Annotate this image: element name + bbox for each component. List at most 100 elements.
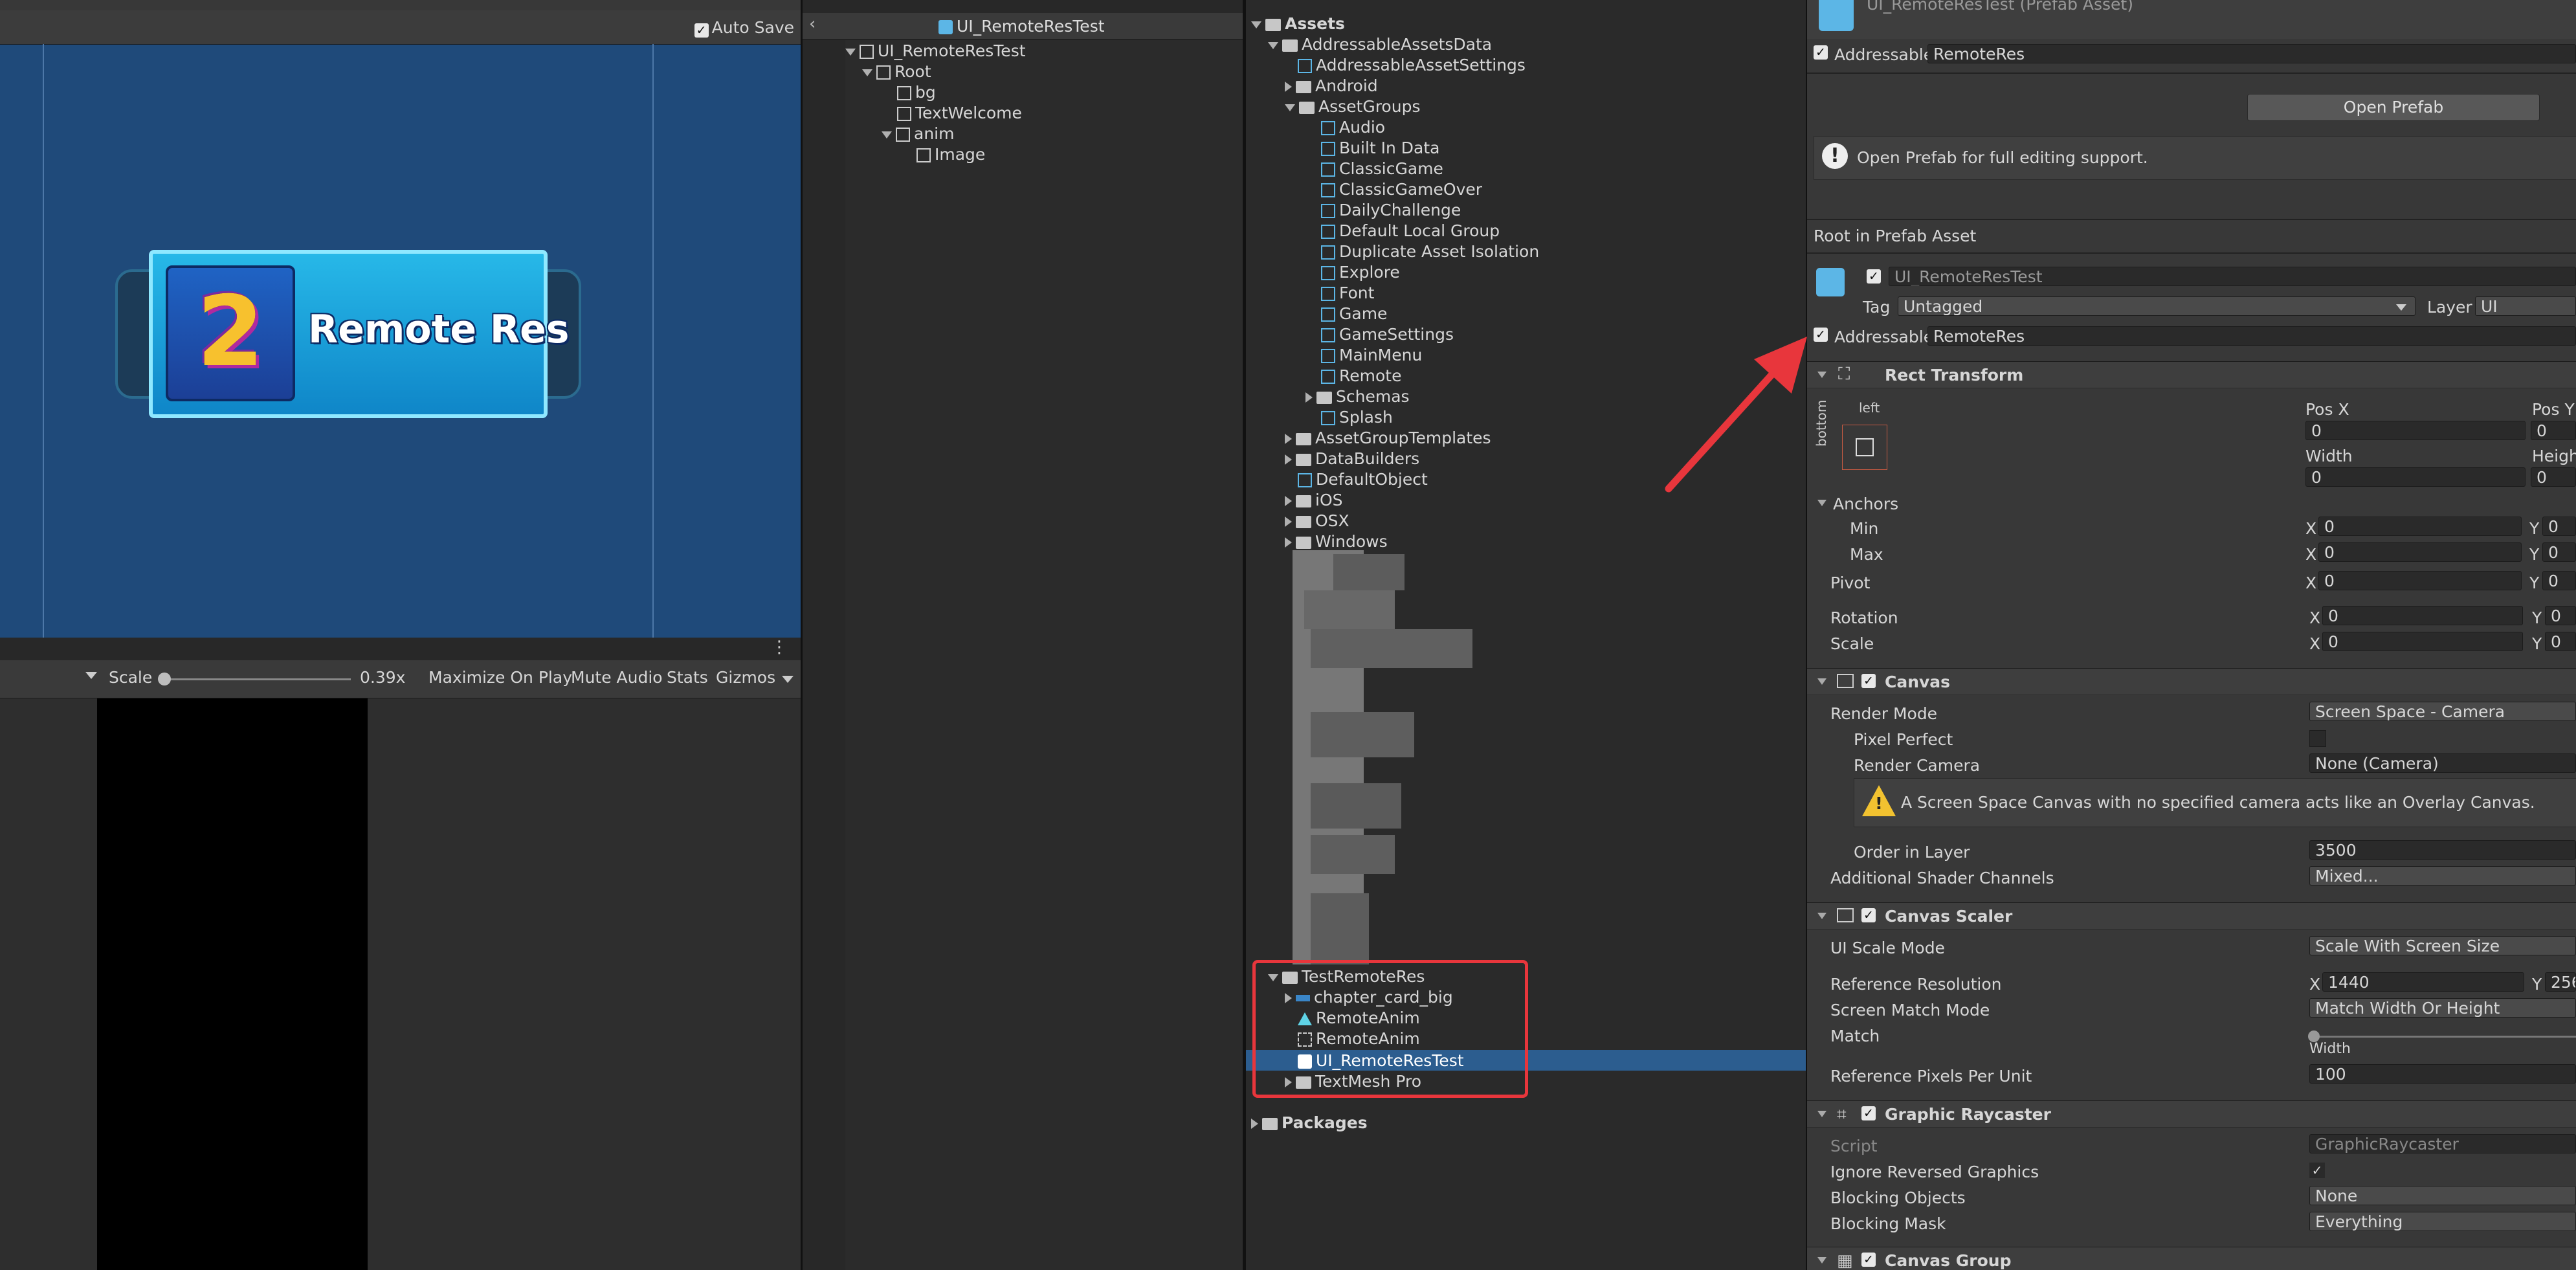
check-icon[interactable]: ✓	[694, 23, 709, 38]
tree-item[interactable]: Audio	[1321, 118, 1385, 137]
tree-item[interactable]: AssetGroupTemplates	[1285, 429, 1491, 447]
gizmos-dropdown-icon[interactable]	[782, 676, 794, 683]
blocking-mask-dropdown[interactable]: Everything	[2309, 1212, 2576, 1231]
tree-item[interactable]: Built In Data	[1321, 139, 1440, 157]
tree-item[interactable]: DefaultObject	[1298, 470, 1428, 489]
graphic-raycaster-header[interactable]: ⌗ ✓ Graphic Raycaster	[1807, 1100, 2576, 1128]
reference-resolution-x-field[interactable]: 1440	[2322, 972, 2524, 992]
gizmos-button[interactable]: Gizmos	[716, 668, 775, 687]
scene-view[interactable]: ✓ Auto Save 2 Remote Res	[0, 0, 801, 638]
enabled-toggle[interactable]: ✓	[1861, 1106, 1876, 1120]
tree-item[interactable]: UI_RemoteResTest	[845, 41, 1026, 60]
auto-save-toggle[interactable]: ✓ Auto Save	[694, 18, 794, 38]
screen-match-mode-dropdown[interactable]: Match Width Or Height	[2309, 998, 2576, 1018]
scale-x-field[interactable]: 0	[2322, 632, 2523, 651]
enabled-toggle[interactable]: ✓	[1861, 1253, 1876, 1267]
tree-item[interactable]: Game	[1321, 304, 1387, 323]
tree-item[interactable]: Packages	[1251, 1113, 1368, 1132]
layer-dropdown[interactable]: UI	[2475, 296, 2576, 316]
foldout-icon[interactable]	[1817, 1257, 1827, 1264]
check-icon[interactable]: ✓	[1867, 269, 1881, 284]
tree-item[interactable]: AddressableAssetSettings	[1298, 56, 1526, 74]
canvas-group-header[interactable]: ▦ ✓ Canvas Group	[1807, 1247, 2576, 1270]
chevron-down-icon[interactable]	[2396, 304, 2406, 311]
foldout-icon[interactable]	[1817, 1111, 1827, 1117]
chevron-down-icon[interactable]	[85, 672, 97, 679]
tree-item[interactable]: Explore	[1321, 263, 1400, 282]
shader-channels-dropdown[interactable]: Mixed...	[2309, 866, 2576, 886]
anchor-max-y-field[interactable]: 0	[2542, 542, 2576, 562]
maximize-on-play-button[interactable]: Maximize On Play	[428, 668, 572, 687]
tree-item[interactable]: Splash	[1321, 408, 1393, 427]
pivot-x-field[interactable]: 0	[2318, 571, 2522, 590]
gameobject-icon[interactable]	[1816, 268, 1845, 296]
panel-divider[interactable]	[1806, 0, 1807, 1270]
anchor-max-x-field[interactable]: 0	[2318, 542, 2522, 562]
tree-item[interactable]: DailyChallenge	[1321, 201, 1461, 219]
tree-item[interactable]: ClassicGame	[1321, 159, 1443, 178]
pixel-perfect-checkbox[interactable]	[2309, 730, 2326, 747]
canvas-header[interactable]: ✓ Canvas	[1807, 668, 2576, 695]
tree-item[interactable]: Duplicate Asset Isolation	[1321, 242, 1539, 261]
back-arrow-icon[interactable]: ‹	[809, 14, 816, 34]
pos-x-field[interactable]: 0	[2305, 421, 2526, 440]
stats-button[interactable]: Stats	[667, 668, 708, 687]
scale-y-field[interactable]: 0	[2545, 632, 2576, 651]
pivot-y-field[interactable]: 0	[2542, 571, 2576, 590]
tree-item[interactable]: TextWelcome	[897, 104, 1022, 122]
height-field[interactable]: 0	[2531, 467, 2576, 487]
check-icon[interactable]: ✓	[1861, 674, 1876, 688]
check-icon[interactable]: ✓	[2309, 1163, 2325, 1178]
width-field[interactable]: 0	[2305, 467, 2526, 487]
addressable-address-field[interactable]: RemoteRes	[1927, 44, 2576, 63]
check-icon[interactable]: ✓	[1814, 45, 1828, 60]
render-camera-field[interactable]: None (Camera)	[2309, 753, 2576, 773]
panel-divider[interactable]	[801, 0, 803, 1270]
panel-divider[interactable]	[1243, 0, 1246, 1270]
tree-item[interactable]: Default Local Group	[1321, 221, 1500, 240]
anchor-min-x-field[interactable]: 0	[2318, 517, 2522, 536]
expand-icon[interactable]	[845, 48, 856, 56]
addressable-address-field[interactable]: RemoteRes	[1927, 326, 2576, 346]
order-in-layer-field[interactable]: 3500	[2309, 840, 2576, 860]
match-slider[interactable]	[2308, 1030, 2576, 1042]
object-name-field[interactable]: UI_RemoteResTest	[1889, 267, 2576, 286]
enabled-toggle[interactable]: ✓	[1861, 908, 1876, 922]
anchor-min-y-field[interactable]: 0	[2542, 517, 2576, 536]
enabled-toggle[interactable]: ✓	[1861, 674, 1876, 688]
tree-item[interactable]: Android	[1285, 76, 1378, 95]
check-icon[interactable]: ✓	[1861, 908, 1876, 922]
ignore-reversed-checkbox[interactable]: ✓	[2309, 1163, 2325, 1178]
render-mode-dropdown[interactable]: Screen Space - Camera	[2309, 702, 2576, 721]
reference-ppu-field[interactable]: 100	[2309, 1064, 2576, 1084]
mute-audio-button[interactable]: Mute Audio	[571, 668, 663, 687]
rotation-y-field[interactable]: 0	[2545, 606, 2576, 625]
reference-resolution-y-field[interactable]: 256	[2545, 972, 2576, 992]
remote-res-card[interactable]: 2 Remote Res	[115, 243, 581, 425]
pos-y-field[interactable]: 0	[2531, 421, 2576, 440]
tree-item[interactable]: OSX	[1285, 511, 1349, 530]
tree-item[interactable]: bg	[897, 83, 936, 102]
tree-item[interactable]: Schemas	[1305, 387, 1410, 406]
foldout-icon[interactable]	[1817, 913, 1827, 919]
tree-item[interactable]: DataBuilders	[1285, 449, 1419, 468]
scale-slider[interactable]	[158, 673, 351, 685]
tree-item[interactable]: anim	[882, 124, 954, 143]
canvas-scaler-header[interactable]: ✓ Canvas Scaler	[1807, 902, 2576, 930]
tree-item[interactable]: Remote	[1321, 366, 1401, 385]
tree-item[interactable]: Root	[862, 62, 931, 81]
addressable-toggle[interactable]: ✓	[1814, 45, 1828, 60]
expand-icon[interactable]	[862, 69, 872, 76]
open-prefab-button[interactable]: Open Prefab	[2247, 94, 2540, 121]
tree-item[interactable]: Assets	[1251, 14, 1345, 33]
tree-item[interactable]: iOS	[1285, 491, 1343, 509]
tree-item[interactable]: MainMenu	[1321, 346, 1422, 364]
tree-item[interactable]: AddressableAssetsData	[1268, 35, 1492, 54]
expand-icon[interactable]	[882, 131, 892, 139]
more-icon[interactable]: ⋮	[771, 638, 788, 657]
foldout-icon[interactable]	[1817, 500, 1827, 506]
tree-item[interactable]: AssetGroups	[1285, 97, 1420, 116]
scale-slider-handle[interactable]	[158, 673, 171, 685]
ui-scale-mode-dropdown[interactable]: Scale With Screen Size	[2309, 936, 2576, 955]
tree-item[interactable]: Font	[1321, 284, 1374, 302]
